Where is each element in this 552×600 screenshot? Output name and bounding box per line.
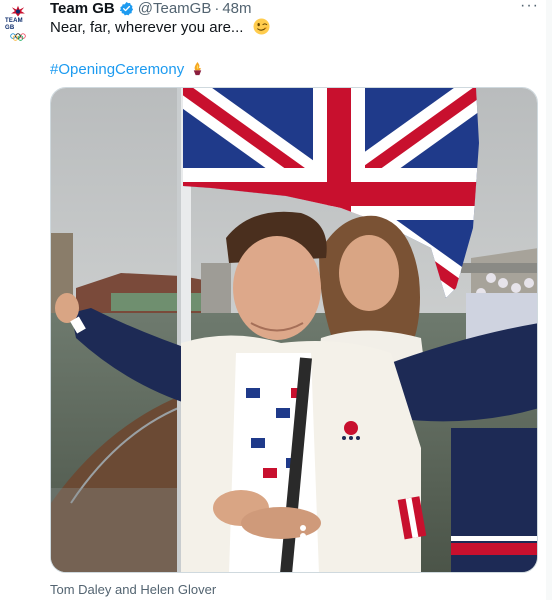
tweet-media[interactable] — [50, 87, 538, 573]
hashtag-link[interactable]: #OpeningCeremony — [50, 61, 184, 78]
more-options-icon[interactable]: ··· — [520, 0, 539, 15]
olympic-torch-hashflag-icon — [194, 61, 202, 76]
verified-badge-icon[interactable] — [119, 1, 134, 16]
tweet-header: Team GB @TeamGB · 48m — [50, 0, 252, 17]
tweet-text: Near, far, wherever you are... — [50, 19, 244, 36]
display-name[interactable]: Team GB — [50, 0, 115, 17]
media-caption[interactable]: Tom Daley and Helen Glover — [50, 582, 216, 597]
winking-face-emoji-icon — [253, 18, 270, 35]
avatar-brand-text: TEAM GB — [5, 18, 23, 32]
olympic-rings-icon — [10, 33, 26, 41]
team-gb-lion-logo-icon — [11, 5, 25, 17]
user-handle[interactable]: @TeamGB — [138, 0, 212, 17]
hashtag-line: #OpeningCeremony — [50, 60, 205, 80]
tweet-body: Near, far, wherever you are... — [50, 18, 270, 38]
avatar[interactable]: TEAM GB — [5, 5, 31, 41]
separator-dot: · — [214, 0, 220, 17]
timestamp[interactable]: 48m — [222, 0, 251, 17]
scrollbar[interactable] — [546, 0, 552, 600]
photo-athletes-union-jack — [51, 88, 537, 572]
